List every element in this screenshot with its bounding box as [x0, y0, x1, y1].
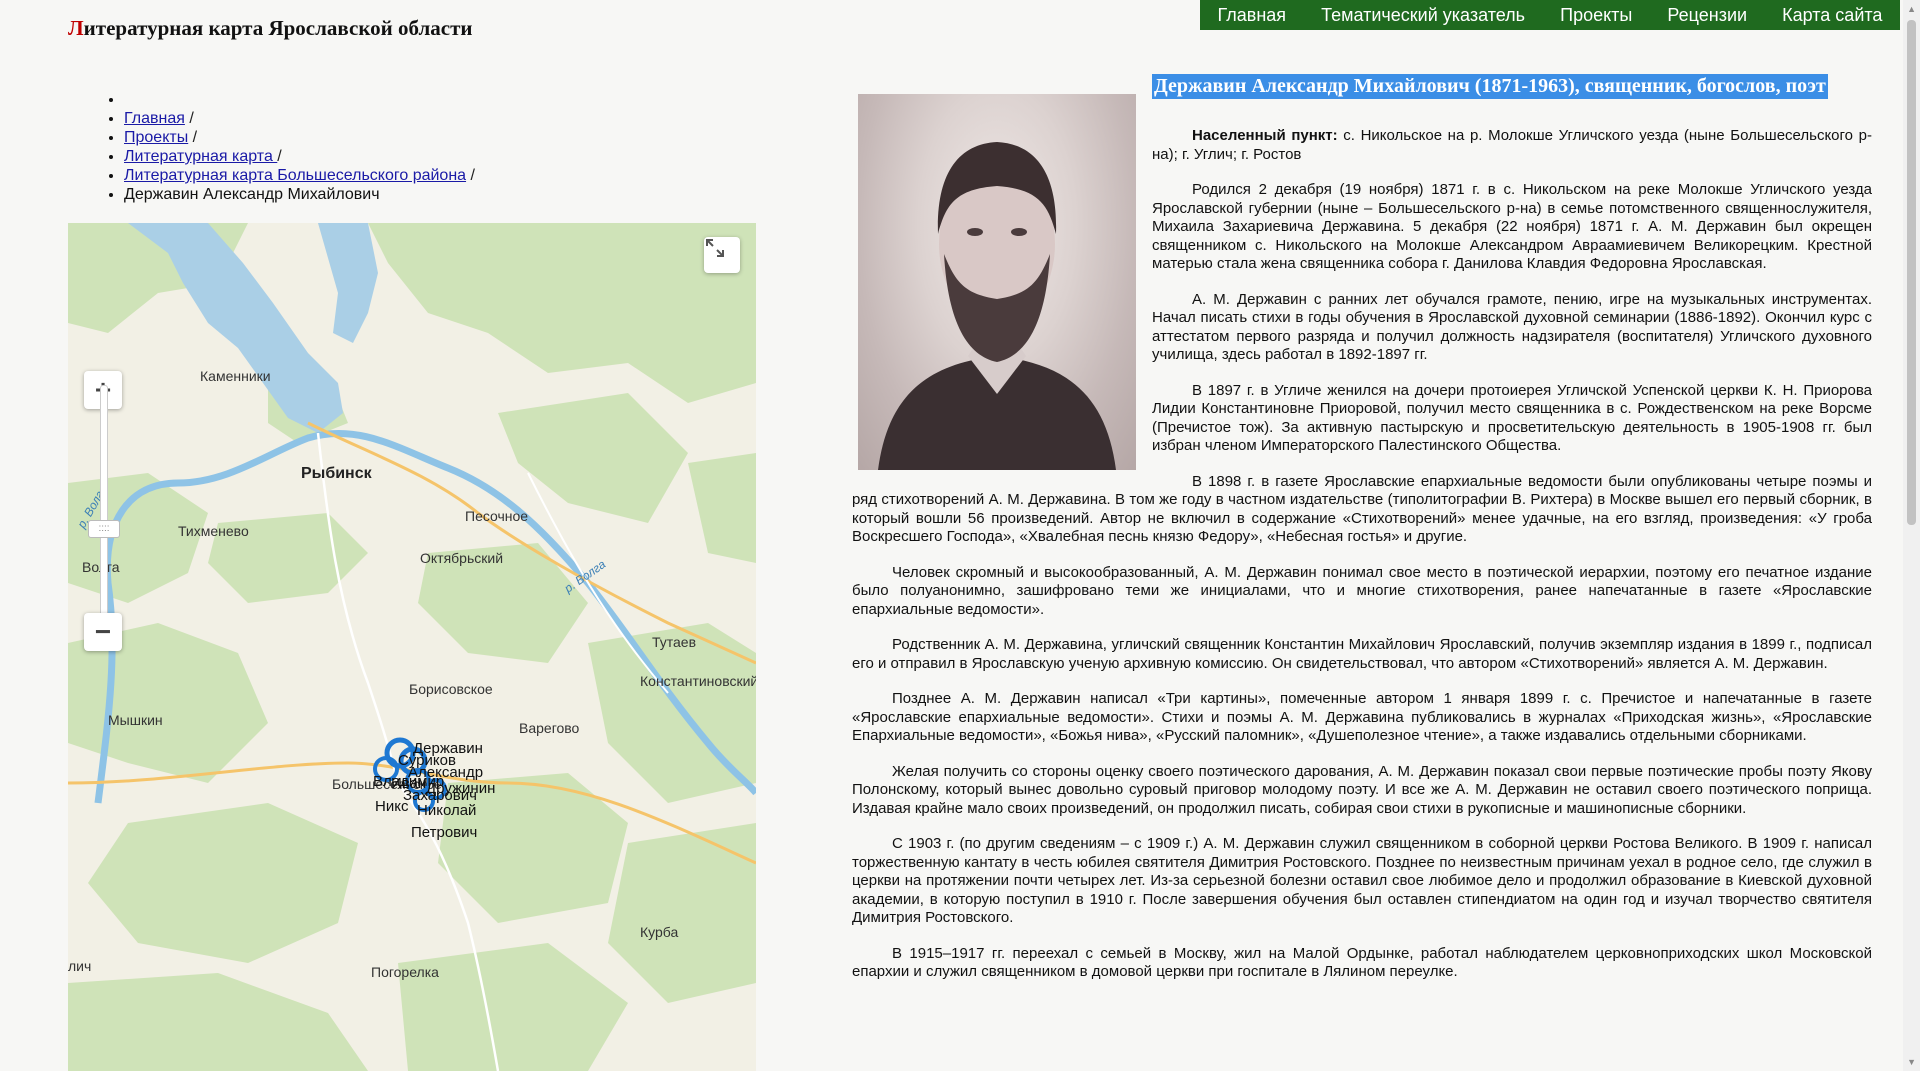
portrait-photo [858, 94, 1136, 470]
map-label-place: Октябрьский [420, 550, 503, 566]
nav-home[interactable]: Главная [1212, 5, 1293, 26]
map-label-place: Варегово [519, 720, 580, 736]
map-label-place: Борисовское [409, 681, 493, 697]
nav-sitemap[interactable]: Карта сайта [1776, 5, 1888, 26]
zoom-slider-handle[interactable]: :::: [88, 520, 120, 538]
breadcrumb-separator: / [188, 129, 198, 146]
site-title[interactable]: Литературная карта Ярославской области [68, 16, 473, 41]
map-label-place: лич [68, 958, 91, 974]
article: Державин Александр Михайлович (1871-1963… [852, 74, 1872, 999]
article-paragraph: С 1903 г. (по другим сведениям – с 1909 … [852, 835, 1872, 926]
site-title-rest: итературная карта Ярославской области [83, 16, 473, 40]
breadcrumb-item: Главная / [124, 109, 475, 128]
breadcrumb-item: Державин Александр Михайлович [124, 185, 475, 204]
map-label-place: Каменники [200, 368, 271, 384]
vertical-scrollbar[interactable]: ▲ ▼ [1903, 0, 1920, 1071]
top-navigation: Главная Тематический указатель Проекты Р… [1200, 0, 1900, 30]
map-widget[interactable]: Каменники Рыбинск Тихменево Песочное Окт… [68, 223, 756, 1071]
map-label-place: Тихменево [178, 523, 249, 539]
article-paragraph: В 1915–1917 гг. переехал с семьей в Моск… [852, 944, 1872, 981]
article-paragraph: Желая получить со стороны оценку своего … [852, 762, 1872, 817]
map-label-place: Мышкин [108, 712, 163, 728]
map-canvas[interactable]: Каменники Рыбинск Тихменево Песочное Окт… [68, 223, 756, 1071]
map-label-place: Тутаев [652, 634, 696, 650]
map-marker-label: Владимир [373, 773, 444, 790]
breadcrumb-link-projects[interactable]: Проекты [124, 129, 188, 146]
map-label-city: Рыбинск [301, 465, 373, 482]
map-label-place: Курба [640, 924, 678, 940]
road [316, 432, 400, 784]
breadcrumb-current: Державин Александр Михайлович [124, 186, 380, 203]
reservoir-arm-water [318, 223, 378, 343]
breadcrumb-link-literary-map[interactable]: Литературная карта [124, 148, 277, 165]
breadcrumb: Главная / Проекты / Литературная карта /… [96, 90, 475, 204]
breadcrumb-separator: / [277, 148, 282, 165]
article-paragraph: Человек скромный и высокообразованный, А… [852, 563, 1872, 618]
map-label-place: Песочное [465, 508, 528, 524]
breadcrumb-item: Литературная карта / [124, 147, 475, 166]
scroll-up-arrow-icon[interactable]: ▲ [1907, 4, 1916, 14]
map-marker-label: Николай [417, 802, 476, 819]
breadcrumb-empty-bullet [124, 90, 475, 109]
scroll-down-arrow-icon[interactable]: ▼ [1907, 1057, 1916, 1067]
fullscreen-button[interactable] [704, 237, 740, 273]
breadcrumb-link-home[interactable]: Главная [124, 110, 185, 127]
expand-icon [706, 239, 724, 257]
article-paragraph: Родственник А. М. Державина, угличский с… [852, 636, 1872, 672]
article-paragraph: В 1898 г. в газете Ярославские епархиаль… [852, 472, 1872, 546]
breadcrumb-link-district-map[interactable]: Литературная карта Большесельского район… [124, 167, 466, 184]
zoom-out-button[interactable]: − [84, 613, 122, 651]
zoom-slider-track[interactable] [100, 385, 108, 617]
nav-reviews[interactable]: Рецензии [1661, 5, 1753, 26]
portrait-figure [878, 142, 1116, 470]
breadcrumb-separator: / [184, 110, 194, 127]
breadcrumb-item: Проекты / [124, 128, 475, 147]
map-marker-label: Петрович [411, 824, 477, 841]
site-title-first-letter: Л [68, 16, 84, 40]
breadcrumb-separator: / [466, 167, 475, 184]
map-label-place: Константиновский [640, 673, 756, 689]
breadcrumb-item: Литературная карта Большесельского район… [124, 166, 475, 185]
map-label-place: Погорелка [371, 964, 439, 980]
article-paragraph: Позднее А. М. Державин написал «Три карт… [852, 690, 1872, 744]
article-title: Державин Александр Михайлович (1871-1963… [1152, 74, 1828, 99]
nav-thematic-index[interactable]: Тематический указатель [1315, 5, 1531, 26]
scrollbar-thumb[interactable] [1907, 20, 1916, 525]
place-label: Населенный пункт: [1192, 127, 1338, 144]
nav-projects[interactable]: Проекты [1554, 5, 1638, 26]
map-marker-label: Никс [375, 798, 409, 815]
